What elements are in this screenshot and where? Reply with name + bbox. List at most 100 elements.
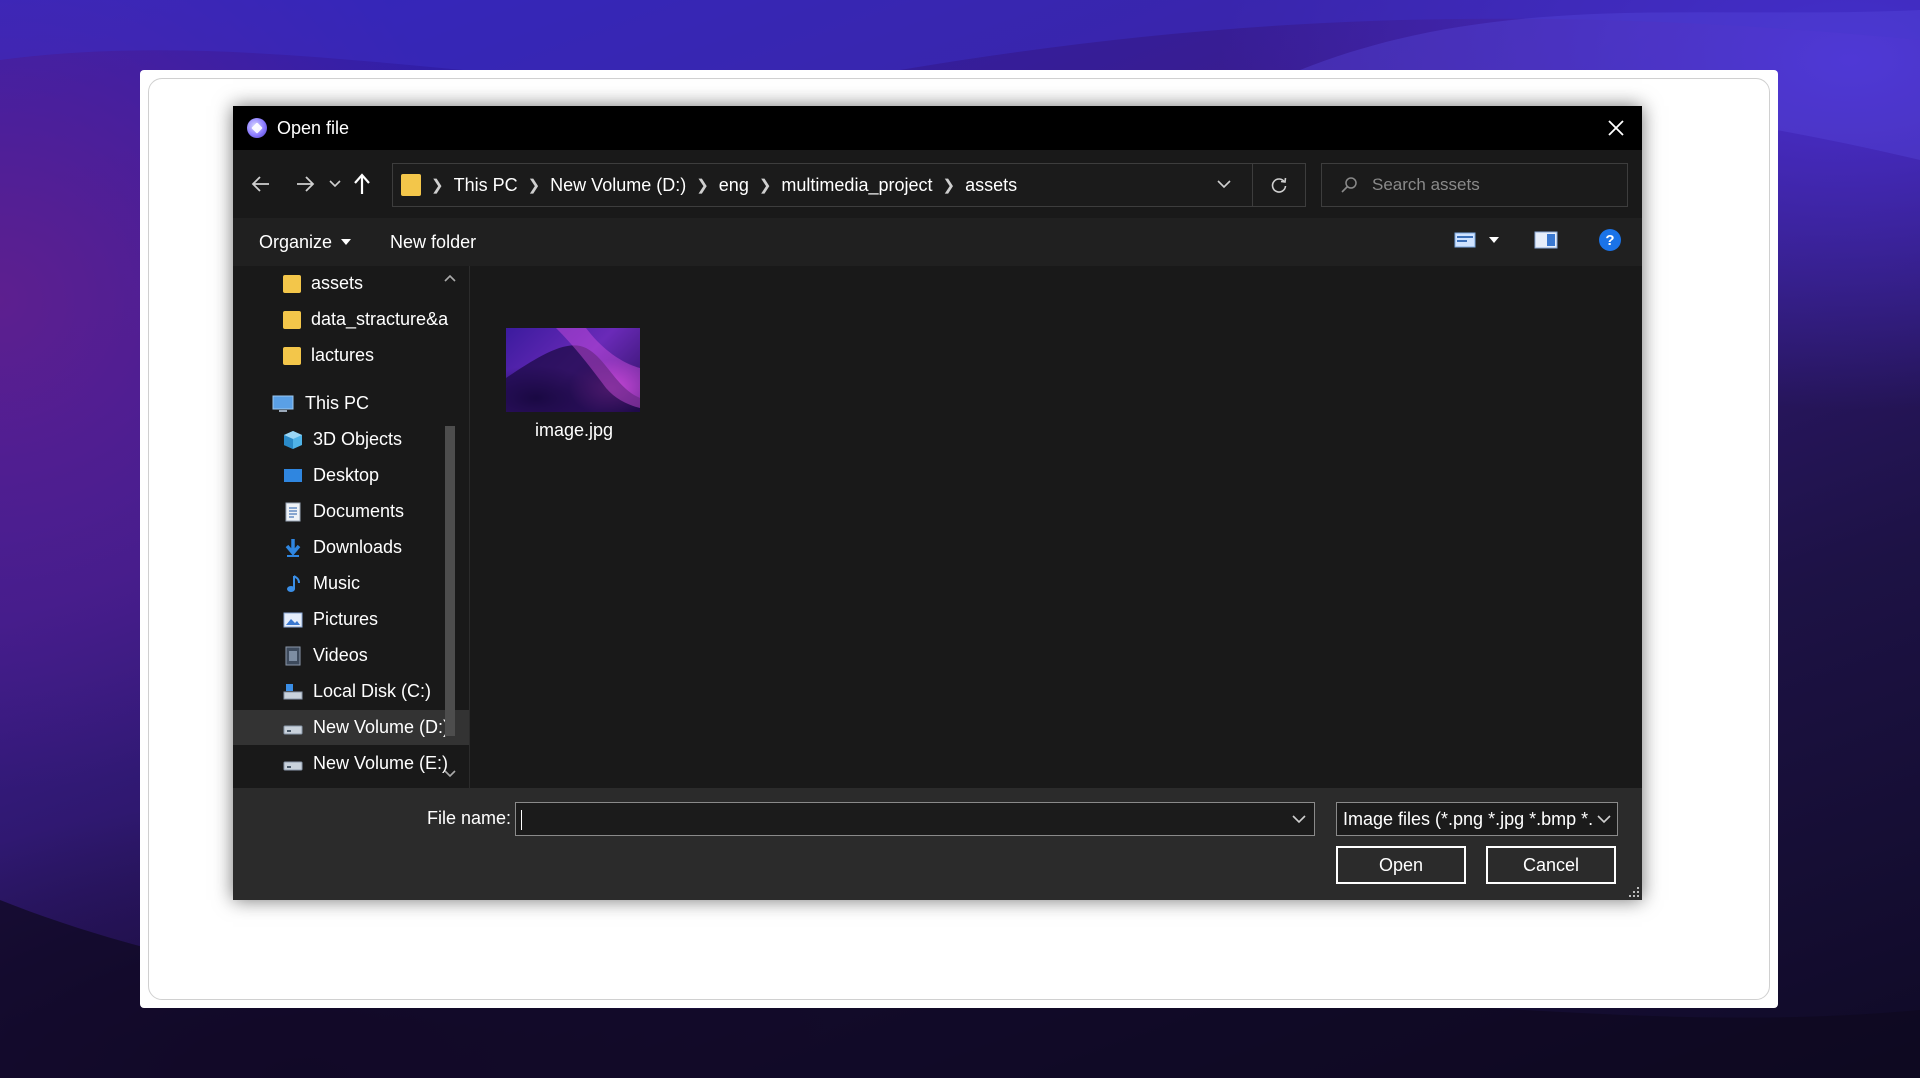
caret-down-icon	[1489, 237, 1499, 243]
command-toolbar: Organize New folder ?	[233, 218, 1642, 266]
sidebar-item-assets[interactable]: assets	[233, 266, 469, 301]
file-name-history-button[interactable]	[1292, 809, 1306, 834]
sidebar-item-3d-objects[interactable]: 3D Objects	[233, 422, 469, 457]
search-placeholder: Search assets	[1372, 175, 1480, 194]
search-box[interactable]: Search assets	[1321, 163, 1628, 207]
sidebar-item-label: This PC	[305, 393, 370, 413]
sidebar-item-pictures[interactable]: Pictures	[233, 602, 469, 637]
sidebar-scrollbar[interactable]	[441, 266, 459, 788]
chevron-right-icon: ❯	[942, 177, 956, 194]
scroll-down-icon[interactable]	[441, 766, 459, 780]
computer-icon	[272, 395, 294, 412]
caret-down-icon	[341, 239, 352, 245]
sidebar-item-label: Documents	[313, 501, 405, 521]
sidebar-item-local-disk-c[interactable]: Local Disk (C:)	[233, 674, 469, 709]
search-icon	[1341, 177, 1357, 193]
sidebar-item-label: Music	[313, 573, 361, 593]
sidebar-item-data-stracture[interactable]: data_stracture&a	[233, 302, 469, 337]
file-list-area[interactable]: image.jpg	[470, 266, 1642, 788]
thumbnail-art	[506, 328, 640, 412]
dialog-footer: File name: Image files (*.png *.jpg *.bm…	[233, 788, 1642, 900]
up-button[interactable]	[347, 166, 377, 202]
chevron-down-icon	[1597, 815, 1611, 824]
documents-icon	[285, 502, 301, 521]
address-bar[interactable]: ❯ This PC ❯ New Volume (D:) ❯ eng ❯ mult…	[392, 163, 1306, 207]
preview-pane-icon[interactable]	[1534, 231, 1558, 249]
file-name-input[interactable]	[515, 802, 1315, 836]
sidebar-item-downloads[interactable]: Downloads	[233, 530, 469, 565]
view-options-icon	[1454, 232, 1476, 248]
sidebar-item-label: Downloads	[313, 537, 403, 557]
title-bar: Open file	[233, 106, 1642, 150]
back-arrow-icon	[251, 176, 269, 192]
organize-label: Organize	[259, 231, 333, 252]
sidebar-item-label: Desktop	[313, 465, 380, 485]
refresh-button[interactable]	[1252, 164, 1305, 206]
sidebar-item-new-volume-d[interactable]: New Volume (D:)	[233, 710, 469, 745]
file-name-field-label: File name:	[427, 808, 512, 828]
folder-icon	[283, 310, 301, 329]
breadcrumb-assets[interactable]: assets	[965, 175, 1017, 196]
close-button[interactable]	[1602, 114, 1630, 142]
navigation-pane: assets data_stracture&a lactures This PC…	[233, 266, 469, 788]
scrollbar-thumb[interactable]	[445, 426, 455, 736]
chevron-right-icon: ❯	[696, 177, 709, 194]
sidebar-item-lactures[interactable]: lactures	[233, 338, 469, 373]
recent-locations-button[interactable]	[323, 166, 347, 202]
refresh-icon	[1271, 177, 1287, 193]
new-folder-button[interactable]: New folder	[390, 232, 476, 253]
address-history-button[interactable]	[1217, 174, 1231, 199]
drive-icon	[283, 725, 303, 734]
sidebar-item-new-volume-e[interactable]: New Volume (E:)	[233, 746, 469, 781]
chevron-down-icon	[329, 180, 341, 188]
folder-icon	[283, 274, 301, 293]
help-icon[interactable]: ?	[1598, 228, 1622, 252]
downloads-icon	[285, 538, 301, 557]
sidebar-item-desktop[interactable]: Desktop	[233, 458, 469, 493]
file-item[interactable]: image.jpg	[504, 328, 644, 441]
new-folder-label: New folder	[390, 231, 477, 252]
folder-icon	[401, 174, 421, 196]
sidebar-item-label: New Volume (E:)	[313, 753, 449, 773]
local-disk-icon	[283, 683, 303, 699]
change-view-button[interactable]	[1454, 231, 1500, 249]
breadcrumb-eng[interactable]: eng	[719, 175, 749, 196]
forward-button[interactable]	[287, 166, 323, 202]
sidebar-item-videos[interactable]: Videos	[233, 638, 469, 673]
sidebar-item-label: Local Disk (C:)	[313, 681, 432, 701]
svg-text:?: ?	[1605, 232, 1614, 249]
music-icon	[287, 574, 300, 592]
file-type-dropdown-button[interactable]	[1593, 809, 1611, 834]
videos-icon	[285, 646, 301, 665]
folder-icon	[283, 346, 301, 365]
drive-icon	[283, 761, 303, 770]
view-controls: ?	[1454, 228, 1622, 252]
sidebar-item-this-pc[interactable]: This PC	[233, 386, 469, 421]
sidebar-item-label: data_stracture&a	[311, 309, 449, 329]
scroll-up-icon[interactable]	[441, 272, 459, 286]
chevron-down-icon	[1217, 180, 1231, 189]
resize-grip-icon[interactable]	[1628, 886, 1640, 898]
open-button-label: Open	[1378, 854, 1424, 875]
chevron-right-icon: ❯	[758, 177, 772, 194]
file-type-filter[interactable]: Image files (*.png *.jpg *.bmp *.	[1336, 802, 1618, 836]
breadcrumb-this-pc[interactable]: This PC	[454, 175, 518, 196]
open-button[interactable]: Open	[1336, 846, 1466, 884]
file-name-label: image.jpg	[534, 420, 614, 440]
forward-arrow-icon	[297, 176, 315, 192]
organize-menu[interactable]: Organize	[259, 232, 352, 253]
sidebar-item-label: New Volume (D:)	[313, 717, 450, 737]
breadcrumb-multimedia-project[interactable]: multimedia_project	[781, 175, 932, 196]
pictures-icon	[283, 612, 303, 627]
sidebar-item-label: lactures	[311, 345, 375, 365]
sidebar-item-documents[interactable]: Documents	[233, 494, 469, 529]
back-button[interactable]	[243, 166, 279, 202]
sidebar-item-music[interactable]: Music	[233, 566, 469, 601]
open-file-dialog: Open file ❯ This PC ❯ New Volume (D:) ❯ …	[233, 106, 1642, 900]
cancel-button[interactable]: Cancel	[1486, 846, 1616, 884]
breadcrumb-new-volume-d[interactable]: New Volume (D:)	[550, 175, 686, 196]
sidebar-item-label: 3D Objects	[313, 429, 403, 449]
app-logo-icon	[247, 118, 267, 138]
sidebar-item-label: assets	[311, 273, 364, 293]
chevron-right-icon: ❯	[527, 177, 541, 194]
